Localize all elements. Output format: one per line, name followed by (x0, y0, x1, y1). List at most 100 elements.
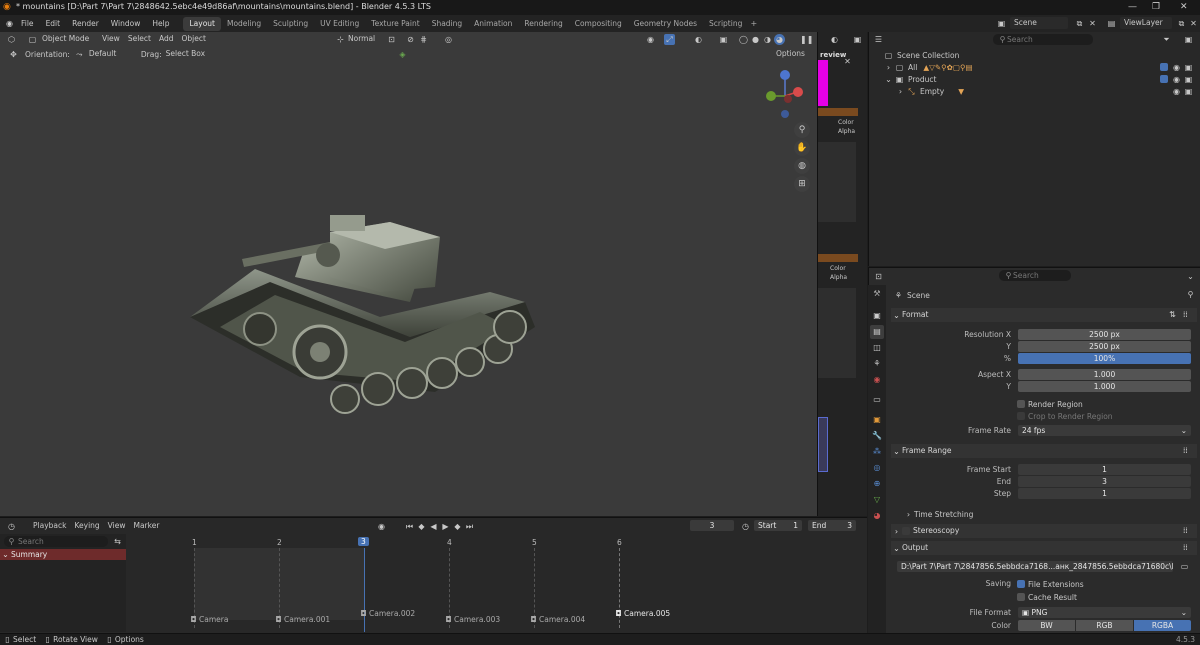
all-camera-icon[interactable]: ▣ (1183, 62, 1194, 73)
jump-start-icon[interactable]: ⏮ (404, 521, 415, 532)
menu-render[interactable]: Render (66, 15, 105, 32)
normal-orientation-dropdown[interactable]: Normal (344, 33, 379, 45)
crop-region-checkbox[interactable]: Crop to Render Region (1017, 410, 1113, 422)
empty-eye-icon[interactable]: ◉ (1171, 86, 1182, 97)
play-icon[interactable]: ▶ (440, 521, 451, 532)
empty-camera-icon[interactable]: ▣ (1183, 86, 1194, 97)
product-visible-checkbox[interactable] (1160, 75, 1168, 83)
aspect-y-field[interactable]: 1.000 (1018, 381, 1191, 392)
editor-type-icon[interactable]: ⬡ (6, 34, 17, 45)
world-tab-icon[interactable]: ◉ (870, 373, 884, 387)
drag-handle-icon[interactable]: ⁞⁞ (1183, 524, 1188, 538)
delete-view-layer-icon[interactable]: ✕ (1188, 18, 1199, 29)
properties-options-icon[interactable]: ⌄ (1185, 271, 1196, 282)
tab-texture-paint[interactable]: Texture Paint (365, 17, 425, 31)
tab-sculpting[interactable]: Sculpting (267, 17, 314, 31)
particles-tab-icon[interactable]: ⁂ (870, 445, 884, 459)
aspect-x-field[interactable]: 1.000 (1018, 369, 1191, 380)
menu-keying[interactable]: Keying (70, 520, 103, 532)
drag-handle-icon[interactable]: ⁞⁞ (1183, 444, 1188, 458)
prev-keyframe-icon[interactable]: ◆ (416, 521, 427, 532)
next-keyframe-icon[interactable]: ◆ (452, 521, 463, 532)
camera-marker[interactable]: ◘ Camera.002 (358, 608, 415, 619)
end-frame-field[interactable]: End 3 (808, 520, 856, 531)
timeline-editor[interactable]: ◷ Playback Keying View Marker ◉ ⏮ ◆ ◀ ▶ … (0, 517, 867, 633)
node-view-icon[interactable]: ◐ (829, 34, 840, 45)
all-eye-icon[interactable]: ◉ (1171, 62, 1182, 73)
material-tab-icon[interactable]: ◕ (870, 509, 884, 523)
file-extensions-checkbox[interactable]: File Extensions (1017, 578, 1084, 590)
current-frame-field[interactable]: 3 (690, 520, 734, 531)
swap-icon[interactable]: ⇆ (112, 536, 123, 547)
blender-menu-icon[interactable]: ◉ (4, 18, 15, 29)
copy-scene-icon[interactable]: ⧉ (1074, 18, 1085, 29)
copy-view-layer-icon[interactable]: ⧉ (1176, 18, 1187, 29)
tab-uv-editing[interactable]: UV Editing (314, 17, 365, 31)
outliner-item-product[interactable]: ⌄ ▣ Product (883, 73, 936, 85)
camera-marker-active[interactable]: ◘ Camera.005 (613, 608, 670, 619)
object-tab-icon[interactable]: ▣ (870, 413, 884, 427)
delete-scene-icon[interactable]: ✕ (1087, 18, 1098, 29)
camera-marker[interactable]: ◘ Camera.003 (443, 614, 500, 625)
pan-hand-icon[interactable]: ✋ (794, 140, 810, 156)
color-rgba-button[interactable]: RGBA (1134, 620, 1191, 631)
shading-solid-icon[interactable]: ● (750, 34, 761, 45)
properties-editor[interactable]: ⊡ Search ⚲ ⌄ ⚘ Scene ⚲ ⌄ Format ⇅ ⁞⁞ Res… (868, 267, 1200, 633)
output-tab-icon[interactable]: ▤ (870, 325, 884, 339)
frame-range-panel-header[interactable]: ⌄ Frame Range ⁞⁞ (891, 444, 1197, 458)
menu-select[interactable]: Select (124, 33, 155, 45)
modifier-tab-icon[interactable]: 🔧 (870, 429, 884, 443)
properties-type-icon[interactable]: ⊡ (873, 271, 884, 282)
drag-handle-icon[interactable]: ⁞⁞ (1183, 308, 1188, 322)
tab-geometry-nodes[interactable]: Geometry Nodes (628, 17, 703, 31)
frame-start-field[interactable]: 1 (1018, 464, 1191, 475)
outliner[interactable]: ☰ Search ⚲ ⏷ ▣ ▢ Scene Collection › ▢ Al… (868, 32, 1200, 266)
expand-arrow-icon[interactable]: › (883, 62, 894, 73)
menu-window[interactable]: Window (105, 15, 147, 32)
drag-dropdown[interactable]: Select Box (162, 48, 212, 60)
menu-timeline-view[interactable]: View (104, 520, 130, 532)
all-visible-checkbox[interactable] (1160, 63, 1168, 71)
render-region-checkbox[interactable]: Render Region (1017, 398, 1083, 410)
channel-search-input[interactable]: Search (4, 536, 108, 547)
playhead-line[interactable] (364, 548, 365, 632)
resolution-y-field[interactable]: 2500 px (1018, 341, 1191, 352)
output-path-input[interactable]: D:\Part 7\Part 7\2847856.5ebbdca7168...а… (897, 561, 1173, 572)
gizmo-icon[interactable]: ⤢ (664, 34, 675, 45)
tab-modeling[interactable]: Modeling (221, 17, 267, 31)
pin-icon[interactable]: ⚲ (1185, 289, 1196, 300)
tool-tab-icon[interactable]: ⚒ (870, 287, 884, 301)
proportional-edit-icon[interactable]: ◎ (443, 34, 454, 45)
start-frame-field[interactable]: Start 1 (754, 520, 802, 531)
product-camera-icon[interactable]: ▣ (1183, 74, 1194, 85)
options-dropdown[interactable]: Options (772, 48, 809, 60)
shading-rendered-icon[interactable]: ◕ (774, 34, 785, 45)
frame-end-field[interactable]: 3 (1018, 476, 1191, 487)
zoom-icon[interactable]: ⚲ (794, 122, 810, 138)
camera-marker[interactable]: ◘ Camera (188, 614, 228, 625)
mode-selector[interactable]: Object Mode (38, 33, 98, 45)
snap-increment-icon[interactable]: ⋕ (418, 34, 429, 45)
expand-arrow-icon[interactable]: › (895, 86, 906, 97)
folder-icon[interactable]: ▭ (1179, 561, 1190, 572)
data-tab-icon[interactable]: ▽ (870, 493, 884, 507)
viewport-3d[interactable]: ⬡ ▢ Object Mode View Select Add Object ⊹… (0, 32, 817, 516)
xray-icon[interactable]: ▣ (718, 34, 729, 45)
play-reverse-icon[interactable]: ◀ (428, 521, 439, 532)
node-editor-panel[interactable]: ◐ ▣ review ✕ Color Alpha Color Alpha (817, 32, 867, 516)
visibility-icon[interactable]: ◉ (645, 34, 656, 45)
time-stretching-subpanel[interactable]: › Time Stretching (903, 508, 974, 520)
menu-playback[interactable]: Playback (29, 520, 70, 532)
node-frame-icon[interactable]: ▣ (852, 34, 863, 45)
product-eye-icon[interactable]: ◉ (1171, 74, 1182, 85)
stereoscopy-panel-header[interactable]: › Stereoscopy ⁞⁞ (891, 524, 1197, 538)
resolution-x-field[interactable]: 2500 px (1018, 329, 1191, 340)
resolution-percent-slider[interactable]: 100% (1018, 353, 1191, 364)
scene-tab-icon[interactable]: ⚘ (870, 357, 884, 371)
node-hide-icon[interactable]: ✕ (842, 56, 853, 67)
summary-channel[interactable]: ⌄ Summary (0, 549, 126, 560)
outliner-item-all[interactable]: › ▢ All ▲▽✎⚲✿▢⚲▤ (883, 61, 973, 73)
color-bw-button[interactable]: BW (1018, 620, 1075, 631)
pause-render-icon[interactable]: ❚❚ (800, 34, 813, 45)
tab-animation[interactable]: Animation (468, 17, 518, 31)
